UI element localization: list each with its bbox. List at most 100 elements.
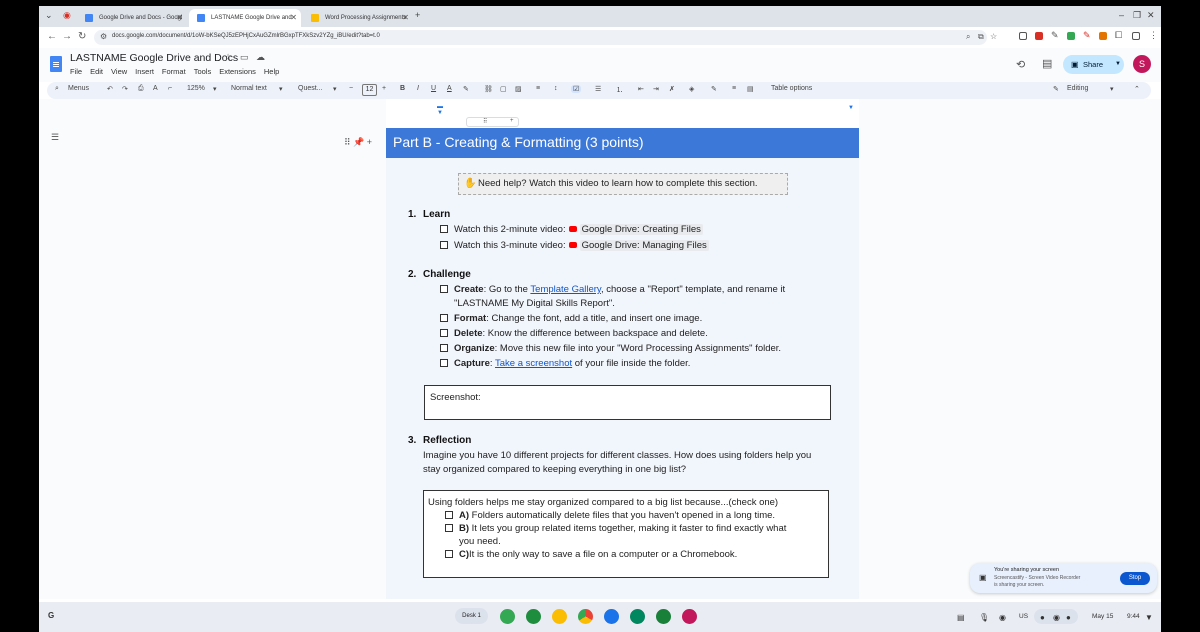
zoom-icon[interactable]: ⌕ [966, 32, 970, 42]
checkbox[interactable] [440, 329, 448, 337]
bold-button[interactable]: B [400, 85, 405, 92]
wifi-icon[interactable]: ▼ [1145, 613, 1153, 622]
style-dropdown-icon[interactable]: ▾ [279, 85, 283, 93]
share-dropdown-icon[interactable]: ▼ [1115, 55, 1121, 74]
microphone-icon[interactable]: 🎙 [979, 613, 989, 622]
browser-menu-icon[interactable]: ⋮ [1149, 30, 1158, 41]
mode-dropdown-icon[interactable]: ▾ [1110, 85, 1114, 93]
checkbox[interactable] [440, 285, 448, 293]
stop-sharing-button[interactable]: Stop [1120, 572, 1150, 585]
insert-link-icon[interactable]: ⛓ [484, 85, 493, 93]
tab-word-processing-assignments[interactable]: Word Processing Assignments ✕ [303, 9, 413, 27]
border-color-icon[interactable]: ✎ [711, 85, 717, 93]
restore-button[interactable]: ❐ [1133, 10, 1141, 21]
table-row-handle-icon[interactable]: ⠿ 📌 + [344, 137, 372, 148]
url-text[interactable]: docs.google.com/document/d/1oW-bKSeQJ5zE… [112, 33, 380, 39]
sheets-app-icon[interactable] [656, 609, 671, 624]
reflection-answer-box[interactable]: Using folders helps me stay organized co… [423, 490, 829, 578]
site-info-icon[interactable]: ⚙ [100, 32, 107, 41]
zoom-dropdown-icon[interactable]: ▾ [213, 85, 217, 93]
checklist-icon[interactable]: ☑ [571, 85, 582, 93]
checkbox[interactable] [440, 241, 448, 249]
tab-lastname-doc[interactable]: LASTNAME Google Drive and ✕ [189, 9, 301, 27]
menu-help[interactable]: Help [264, 67, 279, 76]
close-tab-icon[interactable]: ✕ [402, 9, 409, 27]
section-content-cell[interactable]: ✋ Need help? Watch this video to learn h… [386, 158, 859, 599]
checklist-item[interactable]: Watch this 2-minute video: Google Drive: … [440, 224, 703, 235]
bookmark-star-icon[interactable]: ☆ [990, 32, 997, 41]
border-dash-icon[interactable]: ▤ [747, 85, 754, 93]
screencastify-app-icon[interactable] [682, 609, 697, 624]
editing-mode-select[interactable]: Editing [1067, 85, 1088, 92]
desk-button[interactable]: Desk 1 [455, 608, 488, 624]
decrease-font-size-icon[interactable]: − [349, 85, 353, 92]
menu-file[interactable]: File [70, 67, 82, 76]
ruler-indent-marker-icon[interactable]: ▬ ▼ [437, 104, 443, 116]
search-menus-icon[interactable]: ⌕ [55, 85, 59, 93]
line-spacing-icon[interactable]: ↕ [554, 85, 558, 92]
template-gallery-link[interactable]: Template Gallery [530, 284, 601, 295]
install-app-icon[interactable]: ⧉ [978, 32, 984, 42]
keep-app-icon[interactable] [552, 609, 567, 624]
option-a[interactable]: A) Folders automatically delete files th… [445, 509, 775, 522]
new-tab-button[interactable]: + [415, 10, 420, 20]
menu-view[interactable]: View [111, 67, 127, 76]
stop-recording-icon[interactable]: ● [1040, 613, 1045, 622]
bulleted-list-icon[interactable]: ☰ [595, 85, 601, 93]
comments-icon[interactable]: ▤ [1042, 57, 1052, 70]
increase-font-size-icon[interactable]: + [382, 85, 386, 92]
font-select[interactable]: Quest... [298, 85, 323, 92]
launcher-button[interactable]: G [48, 611, 54, 620]
checkbox[interactable] [440, 359, 448, 367]
decrease-indent-icon[interactable]: ⇤ [638, 85, 644, 93]
clipboard-tray-icon[interactable]: ▤ [957, 613, 965, 622]
paint-format-icon[interactable]: ⌐ [168, 85, 172, 92]
checklist-item-organize[interactable]: Organize: Move this new file into your "… [440, 343, 781, 354]
omnibox[interactable]: ⚙ docs.google.com/document/d/1oW-bKSeQJ5… [94, 30, 997, 45]
insert-image-icon[interactable]: ▨ [515, 85, 522, 93]
collapse-menus-icon[interactable]: ⌃ [1134, 85, 1140, 93]
editing-mode-icon[interactable]: ✎ [1053, 85, 1059, 93]
menu-tools[interactable]: Tools [194, 67, 212, 76]
menu-extensions[interactable]: Extensions [219, 67, 256, 76]
tab-search-icon[interactable]: ⌄ [45, 10, 53, 21]
extension-pen-icon[interactable]: ✎ [1051, 30, 1059, 41]
extension-green-icon[interactable] [1067, 32, 1075, 40]
cell-fill-icon[interactable]: ◈ [689, 85, 694, 93]
close-tab-icon[interactable]: ✕ [176, 9, 183, 27]
checkbox[interactable] [440, 344, 448, 352]
chrome-app-icon[interactable] [578, 609, 593, 624]
undo-icon[interactable]: ↶ [107, 85, 113, 93]
font-size-input[interactable]: 12 [362, 84, 377, 96]
recording-status-icon[interactable]: ◉ [1053, 613, 1060, 622]
back-icon[interactable]: ← [47, 31, 57, 42]
extension-marker-icon[interactable]: ✎ [1083, 30, 1091, 41]
account-avatar[interactable]: S [1133, 55, 1151, 73]
document-title[interactable]: LASTNAME Google Drive and Docs [70, 52, 238, 64]
checklist-item-format[interactable]: Format: Change the font, add a title, an… [440, 313, 702, 324]
close-tab-icon[interactable]: ✕ [290, 9, 297, 27]
underline-button[interactable]: U [431, 85, 436, 92]
print-icon[interactable]: ⎙ [138, 85, 144, 93]
screenshot-box[interactable]: Screenshot: [424, 385, 831, 420]
share-button[interactable]: ▣ Share ▼ [1063, 55, 1124, 74]
extensions-puzzle-icon[interactable]: ⧠ [1115, 30, 1122, 41]
video-chip-creating-files[interactable]: Google Drive: Creating Files [579, 224, 703, 235]
checklist-item-create[interactable]: Create: Go to the Template Gallery, choo… [440, 284, 785, 295]
insert-comment-icon[interactable]: ▢ [500, 85, 507, 93]
insert-column-icon[interactable]: + [510, 118, 514, 124]
notification-dot-icon[interactable]: ● [1066, 613, 1071, 622]
checkbox[interactable] [445, 511, 453, 519]
search-menus-label[interactable]: Menus [68, 85, 89, 92]
menu-insert[interactable]: Insert [135, 67, 154, 76]
side-panel-icon[interactable] [1132, 32, 1140, 40]
checkbox[interactable] [440, 314, 448, 322]
section-heading-row[interactable]: Part B - Creating & Formatting (3 points… [386, 128, 859, 158]
menu-format[interactable]: Format [162, 67, 186, 76]
ruler-right-margin-icon[interactable]: ▼ [848, 105, 854, 111]
star-icon[interactable]: ☆ [224, 52, 232, 63]
clock-label[interactable]: 9:44 [1127, 613, 1140, 620]
clear-formatting-icon[interactable]: ✗ [669, 85, 675, 93]
cloud-status-icon[interactable]: ☁ [256, 52, 265, 63]
table-column-handle[interactable]: ⠿ + [466, 117, 519, 127]
